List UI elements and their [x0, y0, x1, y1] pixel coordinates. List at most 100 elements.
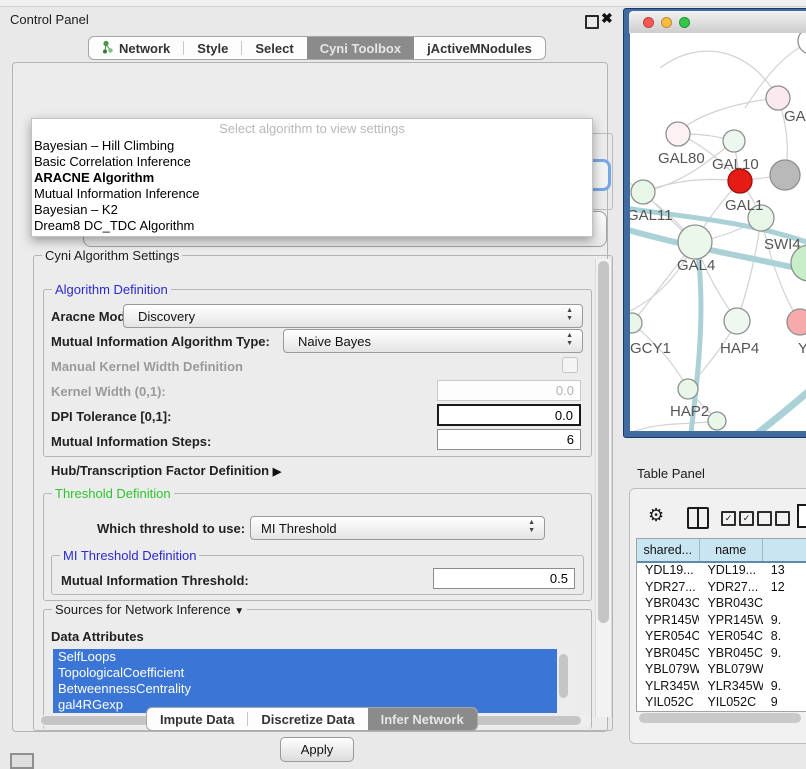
- tab-select[interactable]: Select: [242, 37, 306, 59]
- table-column-header[interactable]: name: [700, 539, 763, 561]
- checked-box-icon: ✓: [739, 511, 754, 526]
- table-column-header[interactable]: shared...: [637, 539, 700, 561]
- algorithm-option[interactable]: Mutual Information Inference: [32, 186, 592, 202]
- tab-jactivemnodules[interactable]: jActiveMNodules: [414, 37, 545, 59]
- sources-group-title: Sources for Network Inference ▼: [52, 602, 247, 617]
- tab-impute-data[interactable]: Impute Data: [147, 708, 247, 730]
- table-cell: YBL079W: [699, 662, 762, 679]
- aracne-mode-combo[interactable]: Discovery ▲▼: [123, 304, 583, 328]
- table-row[interactable]: YDR27...YDR27...12: [637, 580, 806, 597]
- table-cell: 8.: [763, 629, 806, 646]
- control-panel-tabbar: Network Style Select Cyni Toolbox jActiv…: [88, 36, 546, 60]
- table-row[interactable]: YIL052CYIL052C9: [637, 695, 806, 712]
- table-cell: YDL19...: [699, 563, 762, 580]
- manual-kernel-checkbox[interactable]: [562, 357, 578, 373]
- impute-label: Impute Data: [160, 712, 234, 727]
- table-row[interactable]: YDL19...YDL19...13: [637, 563, 806, 580]
- zoom-window-icon[interactable]: [679, 17, 690, 28]
- data-attributes-list[interactable]: SelfLoopsTopologicalCoefficientBetweenne…: [53, 649, 571, 713]
- algorithm-option[interactable]: Basic Correlation Inference: [32, 154, 592, 170]
- tab-select-label: Select: [255, 41, 293, 56]
- data-attribute-item[interactable]: TopologicalCoefficient: [53, 665, 561, 681]
- table-row[interactable]: YER054CYER054C8.: [637, 629, 806, 646]
- settings-vscroll-thumb[interactable]: [598, 261, 609, 623]
- network-node-gal11[interactable]: [631, 180, 655, 204]
- gear-icon[interactable]: ⚙: [648, 505, 664, 526]
- which-threshold-combo[interactable]: MI Threshold ▲▼: [250, 516, 545, 540]
- table-column-header[interactable]: [763, 539, 806, 561]
- infer-label: Infer Network: [381, 712, 464, 727]
- network-node-hap4[interactable]: [724, 308, 750, 334]
- dropdown-placeholder: Select algorithm to view settings: [32, 119, 592, 138]
- tab-infer-network[interactable]: Infer Network: [368, 708, 477, 730]
- table-row[interactable]: YBL079WYBL079W: [637, 662, 806, 679]
- table-panel-title: Table Panel: [637, 466, 705, 481]
- close-window-icon[interactable]: [643, 17, 654, 28]
- columns-icon[interactable]: [687, 507, 709, 529]
- table-cell: 13: [763, 563, 806, 580]
- data-attribute-item[interactable]: BetweennessCentrality: [53, 681, 561, 697]
- algorithm-option[interactable]: ARACNE Algorithm: [32, 170, 592, 186]
- dpi-tolerance-field[interactable]: 0.0: [437, 404, 581, 426]
- network-node-gal4[interactable]: [678, 225, 712, 259]
- table-row[interactable]: YPR145WYPR145W9.: [637, 613, 806, 630]
- table-cell: YLR345W: [699, 679, 762, 696]
- expand-arrow-icon[interactable]: ▶: [273, 466, 281, 478]
- node-label: GAL11: [630, 207, 673, 224]
- network-canvas[interactable]: GALGAL80GAL10GAL1GAL11SWI4GAL4GCY1HAP4YH…: [630, 33, 806, 431]
- threshold-definition-title: Threshold Definition: [52, 486, 174, 501]
- node-label: GAL1: [725, 197, 763, 214]
- table-cell: YDL19...: [637, 563, 699, 580]
- algorithm-option[interactable]: Bayesian – Hill Climbing: [32, 138, 592, 154]
- mi-type-label: Mutual Information Algorithm Type:: [51, 334, 270, 349]
- float-panel-icon[interactable]: [585, 15, 599, 29]
- attributes-vscroll[interactable]: [557, 649, 571, 713]
- network-node-gal80[interactable]: [666, 122, 690, 146]
- collapsed-panel-icon[interactable]: [10, 753, 34, 769]
- new-table-icon[interactable]: [797, 504, 806, 528]
- table-row[interactable]: YBR043CYBR043C: [637, 596, 806, 613]
- attributes-vscroll-thumb[interactable]: [559, 654, 568, 698]
- settings-vertical-scrollbar[interactable]: [595, 259, 612, 717]
- tab-network[interactable]: Network: [89, 37, 183, 59]
- mi-steps-field[interactable]: 6: [437, 429, 581, 450]
- network-node[interactable]: [798, 33, 806, 54]
- tab-cyni-toolbox[interactable]: Cyni Toolbox: [307, 37, 414, 59]
- table-cell: YIL052C: [699, 695, 762, 712]
- dpi-tolerance-label: DPI Tolerance [0,1]:: [51, 409, 171, 424]
- tab-style[interactable]: Style: [184, 37, 241, 59]
- table-cell: 9: [763, 695, 806, 712]
- node-label: GAL4: [677, 257, 715, 274]
- which-threshold-label: Which threshold to use:: [97, 521, 245, 536]
- table-row[interactable]: YBR045CYBR045C9.: [637, 646, 806, 663]
- apply-button[interactable]: Apply: [280, 737, 354, 762]
- close-panel-icon[interactable]: ✖: [601, 10, 613, 27]
- mi-type-combo[interactable]: Naive Bayes ▲▼: [283, 329, 583, 353]
- collapse-arrow-icon[interactable]: ▼: [234, 606, 244, 617]
- select-all-columns-icon[interactable]: ✓ ✓: [721, 511, 754, 526]
- table-cell: YPR145W: [699, 613, 762, 630]
- data-attribute-item[interactable]: SelfLoops: [53, 649, 561, 665]
- table-hscroll-thumb[interactable]: [639, 713, 801, 723]
- kernel-width-field[interactable]: 0.0: [437, 380, 581, 401]
- network-node[interactable]: [708, 412, 726, 430]
- tab-cyni-label: Cyni Toolbox: [320, 41, 401, 56]
- network-node-hap2[interactable]: [678, 379, 698, 399]
- network-node-y[interactable]: [787, 309, 806, 335]
- minimize-window-icon[interactable]: [661, 17, 672, 28]
- network-node[interactable]: [766, 86, 790, 110]
- algorithm-option[interactable]: Dream8 DC_TDC Algorithm: [32, 218, 592, 234]
- network-window-titlebar[interactable]: [629, 11, 806, 34]
- algorithm-option[interactable]: Bayesian – K2: [32, 202, 592, 218]
- network-view-window[interactable]: GALGAL80GAL10GAL1GAL11SWI4GAL4GCY1HAP4YH…: [623, 8, 806, 438]
- deselect-all-columns-icon[interactable]: [757, 511, 790, 526]
- tab-discretize-data[interactable]: Discretize Data: [248, 708, 367, 730]
- hub-definition-text: Hub/Transcription Factor Definition: [51, 463, 269, 478]
- network-node[interactable]: [770, 160, 800, 190]
- control-panel-title: Control Panel: [10, 12, 89, 27]
- hub-definition-label[interactable]: Hub/Transcription Factor Definition ▶: [51, 463, 281, 478]
- mi-threshold-field[interactable]: 0.5: [433, 568, 575, 589]
- table-row[interactable]: YLR345WYLR345W9.: [637, 679, 806, 696]
- table-cell: 9.: [763, 679, 806, 696]
- network-node-gal10[interactable]: [723, 130, 745, 152]
